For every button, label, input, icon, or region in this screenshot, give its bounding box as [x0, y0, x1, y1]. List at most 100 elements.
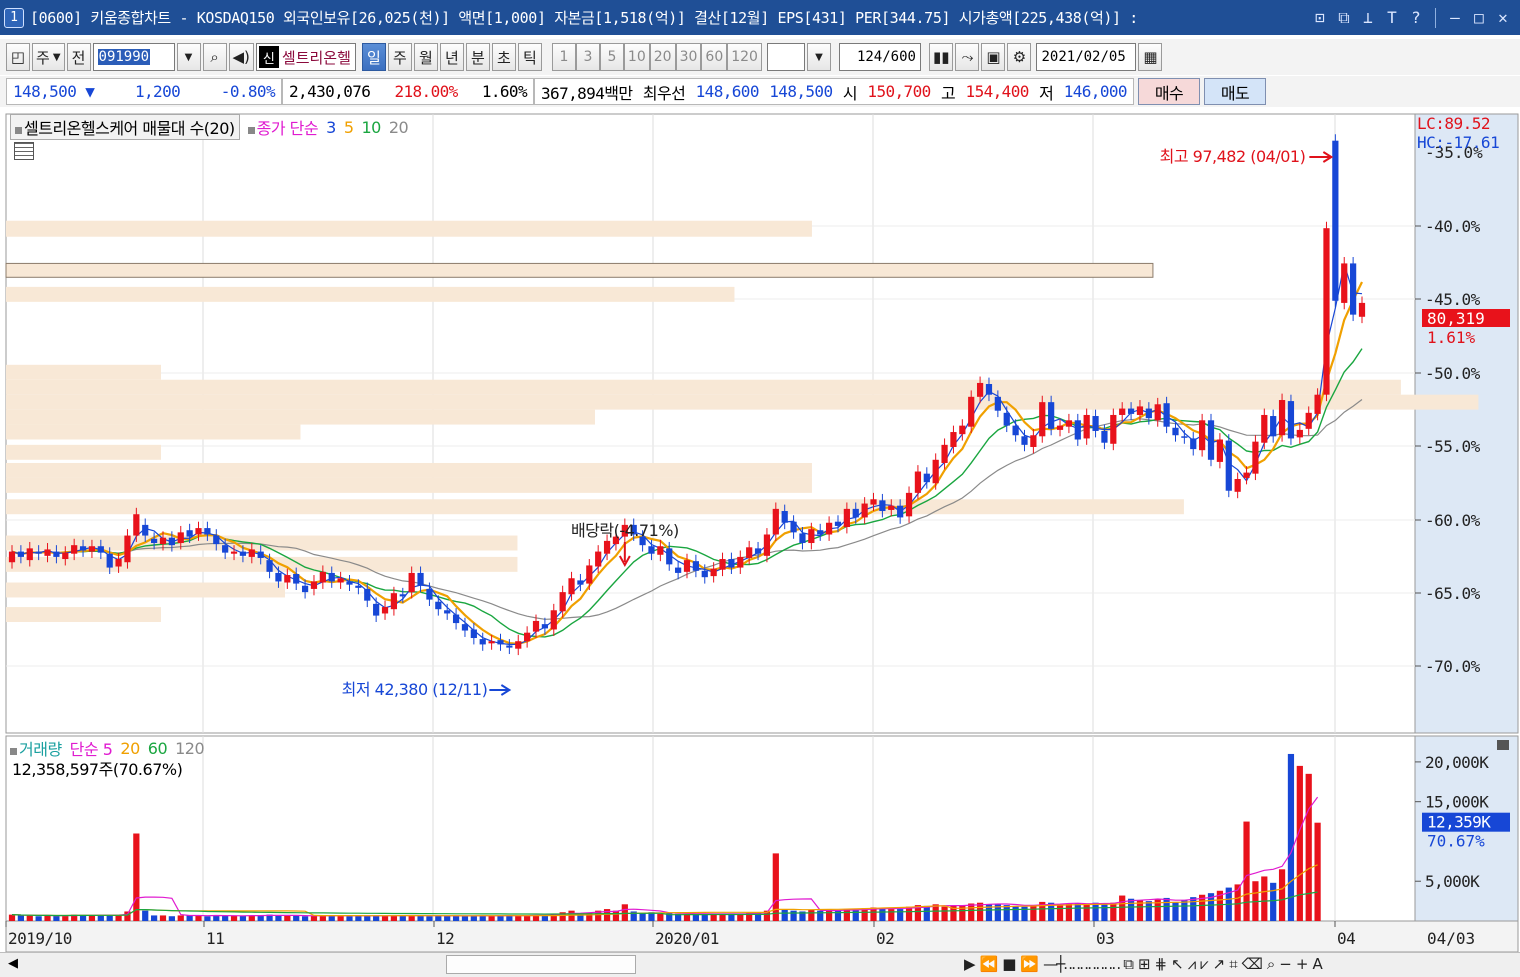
sell-button[interactable]: 매도 [1204, 78, 1266, 105]
play-icon[interactable]: ▶ [964, 955, 976, 973]
fibonacci-icon[interactable]: ⌗ [1229, 955, 1237, 973]
candle-body [710, 568, 717, 577]
y-tick-label: -70.0% [1425, 657, 1481, 676]
link-icon[interactable]: ⊡ [1311, 8, 1329, 27]
window-number[interactable]: 1 [4, 7, 24, 28]
candle-body [426, 588, 433, 600]
zoom-slider[interactable]: —┼‥‥‥‥‥‥‥ [1043, 955, 1121, 973]
price-axis-bg [1414, 113, 1519, 734]
volume-bar [248, 915, 255, 921]
candle-body [35, 551, 42, 554]
text-icon[interactable]: T [1383, 8, 1401, 27]
period-tab-5[interactable]: 초 [491, 43, 516, 71]
period-tab-3[interactable]: 년 [439, 43, 464, 71]
interval-tab-60[interactable]: 60 [701, 43, 728, 71]
candle-type-icon[interactable]: ▮▮ [928, 43, 954, 71]
gear-icon[interactable]: ⚙ [1007, 43, 1032, 71]
fan-icon[interactable]: ↗ [1213, 955, 1226, 973]
fast-forward-icon[interactable]: ⏩ [1020, 955, 1039, 973]
layout-icon[interactable]: ◰ [6, 43, 30, 71]
price-legend-title[interactable]: 셀트리온헬스케어 매물대 수(20) [10, 114, 240, 140]
interval-tab-20[interactable]: 20 [649, 43, 676, 71]
y-tick-label: -60.0% [1425, 511, 1481, 530]
interval-tab-1[interactable]: 1 [551, 43, 576, 71]
stock-name-field[interactable]: 신 셀트리온헬 [255, 43, 356, 71]
x-right-label: 04/03 [1427, 929, 1475, 948]
type-select[interactable]: 주 ▼ [32, 43, 65, 71]
minimize-icon[interactable]: — [1446, 8, 1464, 27]
candle-body [932, 459, 939, 484]
candle-body [213, 535, 220, 545]
tile-icon[interactable]: ⊞ [1138, 955, 1151, 973]
prev-button[interactable]: 전 [66, 43, 91, 71]
period-tab-1[interactable]: 주 [387, 43, 412, 71]
interval-tabs: 1 3 5 10 20 30 60 120 [551, 43, 762, 71]
candle-body [257, 551, 264, 558]
interval-tab-120[interactable]: 120 [727, 43, 762, 71]
table-icon[interactable] [14, 142, 34, 160]
period-tab-6[interactable]: 틱 [517, 43, 542, 71]
count-input[interactable]: 124/600 [838, 43, 921, 71]
trend-line-icon[interactable]: ⩘ [1188, 955, 1196, 973]
x-tick-label: 03 [1096, 929, 1114, 948]
restore-layout-icon[interactable]: ⧉ [1335, 8, 1353, 28]
stop-icon[interactable]: ■ [1002, 955, 1016, 973]
scrollbar-thumb[interactable] [446, 955, 636, 974]
candle-body [470, 629, 477, 639]
period-tab-0[interactable]: 일 [361, 43, 386, 71]
help-icon[interactable]: ? [1407, 8, 1425, 27]
candle-body [1119, 408, 1126, 415]
zoom-icon[interactable]: ⌕ [1267, 955, 1275, 973]
font-size-icon[interactable]: A [1312, 955, 1322, 973]
candle-body [994, 396, 1001, 411]
maximize-icon[interactable]: □ [1470, 8, 1488, 27]
low-label: 저 [1039, 83, 1054, 103]
interval-dropdown[interactable]: ▼ [806, 43, 831, 71]
grid-icon[interactable]: ⋕ [1155, 955, 1168, 973]
code-dropdown[interactable]: ▼ [176, 43, 201, 71]
interval-tab-3[interactable]: 3 [575, 43, 600, 71]
speaker-icon[interactable]: ◀) [228, 43, 254, 71]
candle-body [754, 548, 762, 554]
zoom-in-icon[interactable]: + [1296, 955, 1309, 973]
candle-body [603, 540, 611, 554]
wave-icon[interactable]: ⩗ [1200, 955, 1208, 973]
interval-tab-30[interactable]: 30 [675, 43, 702, 71]
eraser-icon[interactable]: ⌫ [1242, 955, 1263, 973]
volume-bar [79, 915, 87, 921]
candle-body [950, 432, 957, 447]
rewind-icon[interactable]: ⏪ [980, 955, 999, 973]
volume-current-pct: 70.67% [1427, 832, 1485, 851]
draw-line-icon[interactable]: ↖ [1171, 955, 1184, 973]
window-split-icon[interactable]: ⧉ [1123, 955, 1134, 973]
pin-icon[interactable]: ⊥ [1359, 8, 1377, 27]
interval-tab-10[interactable]: 10 [623, 43, 650, 71]
volume-bar [488, 915, 495, 921]
volume-bar [639, 913, 646, 921]
calendar-icon[interactable]: ▦ [1138, 43, 1163, 71]
chart-scrollbar[interactable]: ◀ ▶ ⏪ ■ ⏩ —┼‥‥‥‥‥‥‥ ⧉ ⊞ ⋕ ↖ ⩘ ⩗ ↗ ⌗ ⌫ ⌕ … [0, 952, 1520, 977]
buy-button[interactable]: 매수 [1138, 78, 1200, 105]
period-tab-2[interactable]: 월 [413, 43, 438, 71]
zoom-out-icon[interactable]: − [1279, 955, 1292, 973]
close-icon[interactable]: ✕ [1494, 8, 1512, 27]
candle-body [275, 572, 282, 582]
candle-body [879, 500, 886, 512]
price-profile-bar [6, 364, 161, 380]
search-icon[interactable]: ⌕ [202, 43, 227, 71]
period-tab-4[interactable]: 분 [465, 43, 490, 71]
chart-area[interactable]: -40.0% -45.0% -50.0% -55.0% -60.0% -65.0% -70.… [0, 110, 1520, 955]
open-label: 시 [842, 83, 858, 103]
chart-canvas[interactable]: -40.0% -45.0% -50.0% -55.0% -60.0% -65.0% -70.… [0, 110, 1520, 952]
price-profile-bar [6, 462, 812, 478]
compare-icon[interactable]: ⤳ [955, 43, 980, 71]
interval-custom-input[interactable] [766, 43, 805, 71]
save-icon[interactable]: ▣ [981, 43, 1006, 71]
volume-bar [603, 909, 611, 921]
candle-body [701, 570, 708, 578]
date-input[interactable]: 2021/02/05 [1036, 43, 1137, 71]
stock-code-input[interactable]: 091990 [92, 43, 175, 71]
interval-tab-5[interactable]: 5 [599, 43, 624, 71]
candle-body [1181, 436, 1188, 438]
scroll-left-icon[interactable]: ◀ [8, 956, 18, 971]
